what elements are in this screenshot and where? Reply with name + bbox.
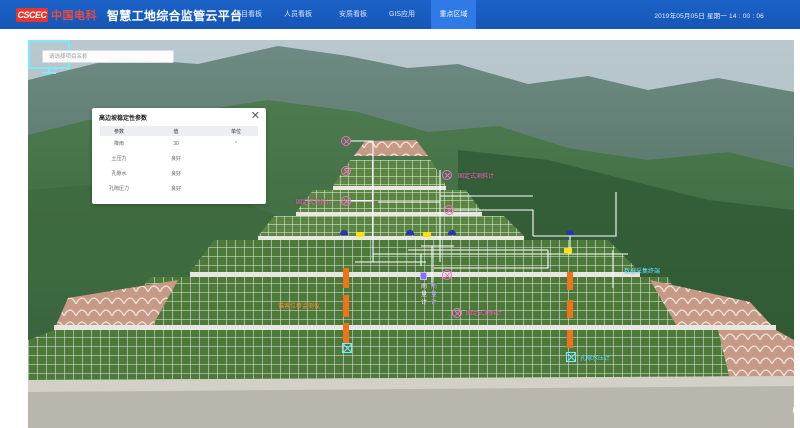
- collector-label: 数据采集终端: [624, 269, 661, 275]
- yellow-sensor-mid[interactable]: [423, 232, 431, 237]
- param-value: 良好: [170, 171, 181, 177]
- inclinometer-label-2: 固定式测斜计: [296, 200, 333, 206]
- nav-safety-board[interactable]: 安质看板: [331, 0, 375, 29]
- nav-gis-app[interactable]: GIS应用: [380, 0, 424, 29]
- table-row: 降雨 30 °: [100, 136, 258, 151]
- param-value: 30: [173, 140, 179, 147]
- param-unit: [214, 151, 258, 166]
- company-logo[interactable]: CSCEC 中国电科: [16, 7, 97, 22]
- rain-gauge-device[interactable]: [420, 272, 427, 280]
- water-pressure-box-left[interactable]: [342, 343, 352, 353]
- yellow-sensor-far[interactable]: [564, 248, 572, 253]
- rain-sensor-dome-far[interactable]: [566, 230, 574, 235]
- nav-personnel-board[interactable]: 人员看板: [276, 0, 320, 29]
- table-row: 土压力 良好: [100, 151, 258, 166]
- current-datetime: 2019年05月05日 星期一 14 : 00 : 06: [654, 13, 764, 20]
- inclinometer-label-3: 固定式测斜计: [466, 311, 503, 317]
- inclinometer-marker-2[interactable]: [341, 166, 351, 176]
- top-navigation-bar: CSCEC 中国电科 智慧工地综合监管云平台 项目看板 人员看板 安质看板 GI…: [0, 0, 800, 29]
- displacement-meter-label: 锚索位移监测仪: [278, 304, 321, 310]
- slope-scene: 固定式测斜计 固定式测斜计 固定式测斜计 锚索位移监测仪 雨量计 雨量计 孔隙水…: [28, 40, 794, 428]
- displacement-segment-left-3: [343, 323, 349, 343]
- project-select-input[interactable]: [42, 50, 174, 63]
- nav-project-board[interactable]: 项目看板: [226, 0, 270, 29]
- inclinometer-marker-3[interactable]: [442, 170, 452, 180]
- rain-sensor-dome-right[interactable]: [448, 230, 456, 235]
- inclinometer-marker-top[interactable]: [341, 136, 351, 146]
- column-header-unit: 单位: [214, 126, 258, 136]
- displacement-segment-left-1: [343, 268, 349, 288]
- app-title: 智慧工地综合监管云平台: [107, 9, 243, 23]
- parameter-table: 参数 值 单位 降雨 30 ° 土压力 良好 孔隙水 良好 孔隙压力 良好: [100, 126, 258, 196]
- logo-text: 中国电科: [51, 9, 97, 22]
- rain-sensor-dome-mid[interactable]: [406, 230, 414, 235]
- inclinometer-marker-5[interactable]: [444, 205, 454, 215]
- nav-key-area[interactable]: 重点区域: [431, 0, 476, 29]
- rain-gauge-label: 雨量计: [420, 284, 427, 306]
- table-row: 孔隙压力 良好: [100, 181, 258, 196]
- displacement-segment-right-2: [567, 300, 573, 318]
- table-row: 孔隙水 良好: [100, 166, 258, 181]
- column-header-param: 参数: [100, 126, 138, 136]
- param-name: 土压力: [111, 156, 127, 162]
- panel-title: 高边坡稳定性参数: [99, 116, 148, 122]
- param-name: 孔隙压力: [108, 186, 129, 192]
- displacement-segment-right-1: [567, 272, 573, 290]
- param-name: 孔隙水: [111, 171, 127, 177]
- displacement-segment-right-3: [567, 330, 573, 348]
- param-value: 良好: [170, 156, 181, 162]
- rain-gauge-column: 雨量计: [430, 284, 437, 306]
- water-pressure-box-right[interactable]: [566, 352, 576, 362]
- yellow-sensor-left[interactable]: [356, 232, 364, 237]
- logo-mark: CSCEC: [16, 7, 48, 22]
- param-value: 良好: [170, 186, 181, 192]
- inclinometer-marker-7[interactable]: [452, 308, 462, 318]
- param-unit: [214, 166, 258, 181]
- param-unit: °: [235, 140, 237, 147]
- table-header-row: 参数 值 单位: [100, 126, 258, 136]
- column-header-value: 值: [138, 126, 214, 136]
- rain-sensor-dome-left[interactable]: [340, 230, 348, 235]
- param-unit: [214, 181, 258, 196]
- inclinometer-marker-4[interactable]: [341, 196, 351, 206]
- inclinometer-label-1: 固定式测斜计: [458, 174, 495, 180]
- water-pressure-label: 孔隙水压计: [580, 356, 611, 362]
- inclinometer-marker-6[interactable]: [442, 270, 452, 280]
- param-name: 降雨: [113, 141, 124, 147]
- close-icon[interactable]: ✕: [251, 110, 260, 122]
- displacement-segment-left-2: [343, 295, 349, 317]
- slope-parameter-panel: 高边坡稳定性参数 ✕ 参数 值 单位 降雨 30 ° 土压力 良好 孔隙水 良好: [92, 108, 266, 204]
